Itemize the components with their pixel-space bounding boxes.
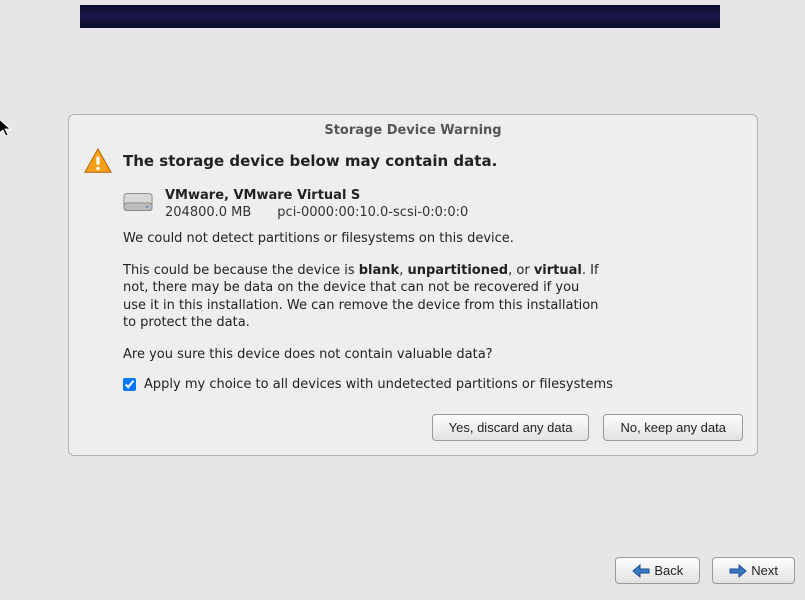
device-row: VMware, VMware Virtual S 204800.0 MB pci-… (123, 188, 743, 220)
dialog-header-row: The storage device below may contain dat… (83, 146, 743, 176)
back-button[interactable]: Back (615, 557, 700, 584)
mouse-cursor (0, 118, 14, 138)
para-detect: We could not detect partitions or filesy… (123, 230, 603, 248)
storage-warning-dialog: Storage Device Warning The storage devic… (68, 114, 758, 456)
para-reason: This could be because the device is blan… (123, 262, 603, 332)
device-size: 204800.0 MB (165, 205, 251, 220)
device-name: VMware, VMware Virtual S (165, 188, 468, 203)
header-banner (80, 5, 720, 28)
dialog-title: Storage Device Warning (83, 123, 743, 138)
warning-icon (83, 146, 113, 176)
dialog-body: We could not detect partitions or filesy… (123, 230, 603, 363)
apply-all-row[interactable]: Apply my choice to all devices with unde… (123, 377, 743, 392)
device-detail: 204800.0 MB pci-0000:00:10.0-scsi-0:0:0:0 (165, 205, 468, 220)
para-confirm: Are you sure this device does not contai… (123, 346, 603, 364)
no-keep-button[interactable]: No, keep any data (603, 414, 743, 441)
apply-all-checkbox[interactable] (123, 378, 136, 391)
dialog-heading: The storage device below may contain dat… (123, 152, 497, 170)
arrow-right-icon (729, 564, 747, 578)
wizard-nav: Back Next (615, 557, 795, 584)
next-label: Next (751, 563, 778, 578)
device-info: VMware, VMware Virtual S 204800.0 MB pci-… (165, 188, 468, 220)
next-button[interactable]: Next (712, 557, 795, 584)
apply-all-label: Apply my choice to all devices with unde… (144, 377, 613, 392)
dialog-button-row: Yes, discard any data No, keep any data (83, 414, 743, 441)
yes-discard-button[interactable]: Yes, discard any data (432, 414, 590, 441)
harddrive-icon (123, 190, 153, 214)
device-path: pci-0000:00:10.0-scsi-0:0:0:0 (277, 205, 468, 220)
arrow-left-icon (632, 564, 650, 578)
back-label: Back (654, 563, 683, 578)
